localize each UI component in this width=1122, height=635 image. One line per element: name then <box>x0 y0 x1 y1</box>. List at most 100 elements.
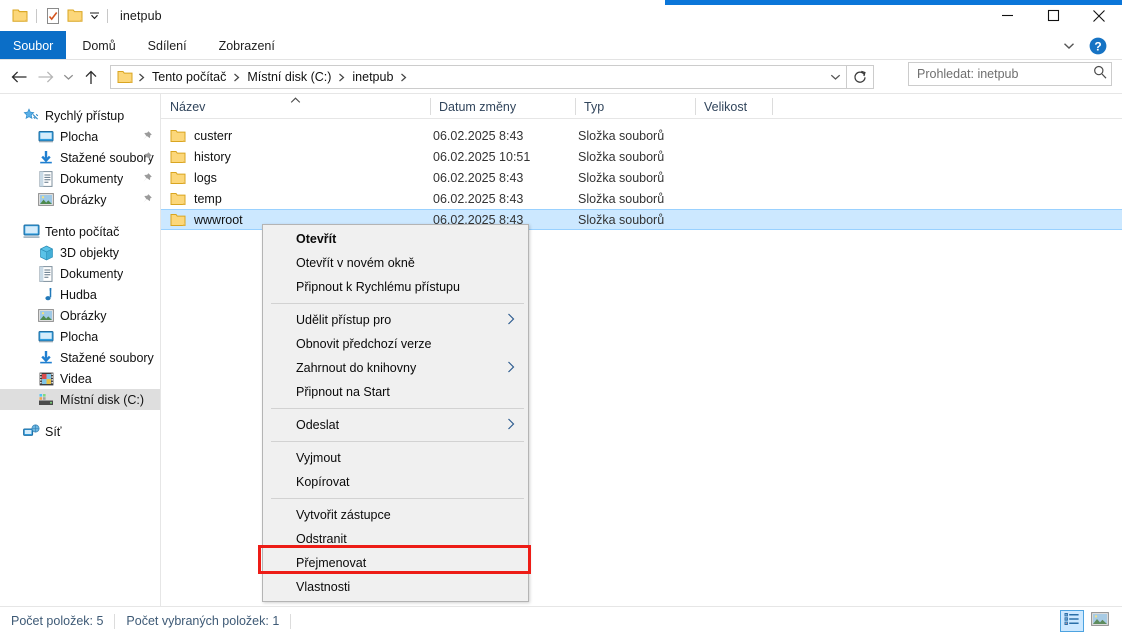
breadcrumb-tento-pocitac[interactable]: Tento počítač <box>148 70 230 84</box>
chevron-right-icon[interactable] <box>230 73 243 82</box>
menu-item-vyjmout[interactable]: Vyjmout <box>263 446 528 470</box>
sidebar-item-dokumenty-pc[interactable]: Dokumenty <box>0 263 160 284</box>
sidebar-item-3d-objekty[interactable]: 3D objekty <box>0 242 160 263</box>
minimize-button[interactable] <box>984 0 1030 31</box>
menu-item-vlastnosti[interactable]: Vlastnosti <box>263 575 528 599</box>
chevron-down-icon[interactable] <box>1058 35 1080 57</box>
quick-access-toolbar: inetpub <box>0 5 162 27</box>
file-name-cell[interactable]: custerr <box>170 127 232 144</box>
menu-item-pripnout-na-start[interactable]: Připnout na Start <box>263 380 528 404</box>
recent-locations-button[interactable] <box>58 62 78 92</box>
folder-icon[interactable] <box>9 5 31 27</box>
file-type: Složka souborů <box>578 149 665 164</box>
menu-item-vytvorit-zastupce[interactable]: Vytvořit zástupce <box>263 503 528 527</box>
menu-item-prejmenovat[interactable]: Přejmenovat <box>263 551 528 575</box>
documents-icon <box>37 170 55 188</box>
tab-domu[interactable]: Domů <box>66 31 131 60</box>
refresh-button[interactable] <box>847 65 874 89</box>
sidebar-item-mistni-disk-c[interactable]: Místní disk (C:) <box>0 389 160 410</box>
pin-icon[interactable] <box>141 130 153 142</box>
sidebar-group-tento-pocitac[interactable]: Tento počítač <box>0 221 160 242</box>
file-name: wwwroot <box>194 212 243 227</box>
sidebar-group-rychly-pristup[interactable]: Rychlý přístup <box>0 105 160 126</box>
properties-icon[interactable] <box>42 5 64 27</box>
toolbar-separator <box>36 8 37 23</box>
folder-icon <box>170 169 187 186</box>
menu-item-udelit-pristup-pro[interactable]: Udělit přístup pro <box>263 308 528 332</box>
chevron-down-icon[interactable] <box>86 6 102 26</box>
tab-sdileni[interactable]: Sdílení <box>132 31 203 60</box>
sidebar-item-stazene-soubory[interactable]: Stažené soubory <box>0 147 160 168</box>
sidebar-item-hudba[interactable]: Hudba <box>0 284 160 305</box>
up-button[interactable] <box>78 62 104 92</box>
menu-item-otevrit-v-novem-okne[interactable]: Otevřít v novém okně <box>263 251 528 275</box>
search-input[interactable]: Prohledat: inetpub <box>917 67 1018 81</box>
column-header-velikost[interactable]: Velikost <box>695 94 772 119</box>
tab-soubor[interactable]: Soubor <box>0 31 67 60</box>
menu-item-odeslat[interactable]: Odeslat <box>263 413 528 437</box>
large-icons-view-button[interactable] <box>1088 610 1112 632</box>
pin-icon[interactable] <box>141 151 153 163</box>
sidebar-item-dokumenty[interactable]: Dokumenty <box>0 168 160 189</box>
details-view-button[interactable] <box>1060 610 1084 632</box>
file-name-cell[interactable]: logs <box>170 169 217 186</box>
sidebar-item-label: Stažené soubory <box>60 150 154 165</box>
close-button[interactable] <box>1076 0 1122 31</box>
documents-icon <box>37 265 55 283</box>
forward-button[interactable] <box>32 62 58 92</box>
navigation-pane: Rychlý přístup Plocha Stažené soubory Do… <box>0 94 160 606</box>
back-button[interactable] <box>6 62 32 92</box>
sidebar-item-stazene-soubory-pc[interactable]: Stažené soubory <box>0 347 160 368</box>
tab-zobrazeni[interactable]: Zobrazení <box>203 31 291 60</box>
folder-icon <box>170 148 187 165</box>
pin-icon[interactable] <box>141 172 153 184</box>
help-icon[interactable]: ? <box>1086 34 1110 58</box>
desktop-icon <box>37 128 55 146</box>
downloads-icon <box>37 349 55 367</box>
address-bar[interactable]: Tento počítač Místní disk (C:) inetpub <box>110 65 847 89</box>
sidebar-item-plocha-pc[interactable]: Plocha <box>0 326 160 347</box>
menu-item-obnovit-predchozi-verze[interactable]: Obnovit předchozí verze <box>263 332 528 356</box>
column-divider[interactable] <box>772 98 773 115</box>
sidebar-group-sit[interactable]: Síť <box>0 421 160 442</box>
menu-item-odstranit[interactable]: Odstranit <box>263 527 528 551</box>
breadcrumb-inetpub[interactable]: inetpub <box>348 70 397 84</box>
menu-item-kopirovat[interactable]: Kopírovat <box>263 470 528 494</box>
search-icon[interactable] <box>1093 65 1107 84</box>
chevron-right-icon[interactable] <box>135 73 148 82</box>
menu-item-pripnout-k-rychlemu-pristupu[interactable]: Připnout k Rychlému přístupu <box>263 275 528 299</box>
column-header-typ[interactable]: Typ <box>575 94 695 119</box>
sidebar-group-label: Rychlý přístup <box>45 108 125 123</box>
table-row[interactable]: history 06.02.2025 10:51 Složka souborů <box>161 146 1122 167</box>
menu-item-zahrnout-do-knihovny[interactable]: Zahrnout do knihovny <box>263 356 528 380</box>
sidebar-item-obrazky[interactable]: Obrázky <box>0 189 160 210</box>
file-name-cell[interactable]: temp <box>170 190 222 207</box>
menu-item-otevrit[interactable]: Otevřít <box>263 227 528 251</box>
table-row[interactable]: custerr 06.02.2025 8:43 Složka souborů <box>161 125 1122 146</box>
table-row[interactable]: logs 06.02.2025 8:43 Složka souborů <box>161 167 1122 188</box>
maximize-button[interactable] <box>1030 0 1076 31</box>
table-row[interactable]: temp 06.02.2025 8:43 Složka souborů <box>161 188 1122 209</box>
ribbon-right-controls: ? <box>1058 31 1118 60</box>
large-icons-view-icon <box>1091 611 1109 631</box>
chevron-right-icon[interactable] <box>335 73 348 82</box>
folder-icon <box>170 127 187 144</box>
sidebar-item-videa[interactable]: Videa <box>0 368 160 389</box>
breadcrumb-mistni-disk-c[interactable]: Místní disk (C:) <box>243 70 335 84</box>
sidebar-item-label: Videa <box>60 371 92 386</box>
file-name-cell[interactable]: history <box>170 148 231 165</box>
sidebar-item-label: Plocha <box>60 129 99 144</box>
sidebar-item-plocha[interactable]: Plocha <box>0 126 160 147</box>
search-box[interactable]: Prohledat: inetpub <box>908 62 1112 86</box>
network-icon <box>22 423 40 441</box>
sidebar-item-obrazky-pc[interactable]: Obrázky <box>0 305 160 326</box>
file-name-cell[interactable]: wwwroot <box>170 211 243 228</box>
breadcrumb: Tento počítač Místní disk (C:) inetpub <box>111 66 410 88</box>
address-dropdown-button[interactable] <box>824 66 846 88</box>
sidebar-item-label: Dokumenty <box>60 266 124 281</box>
pin-icon[interactable] <box>141 193 153 205</box>
column-header-datum-zmeny[interactable]: Datum změny <box>430 94 575 119</box>
window-title: inetpub <box>120 8 162 23</box>
chevron-right-icon[interactable] <box>397 73 410 82</box>
folder-icon[interactable] <box>64 5 86 27</box>
